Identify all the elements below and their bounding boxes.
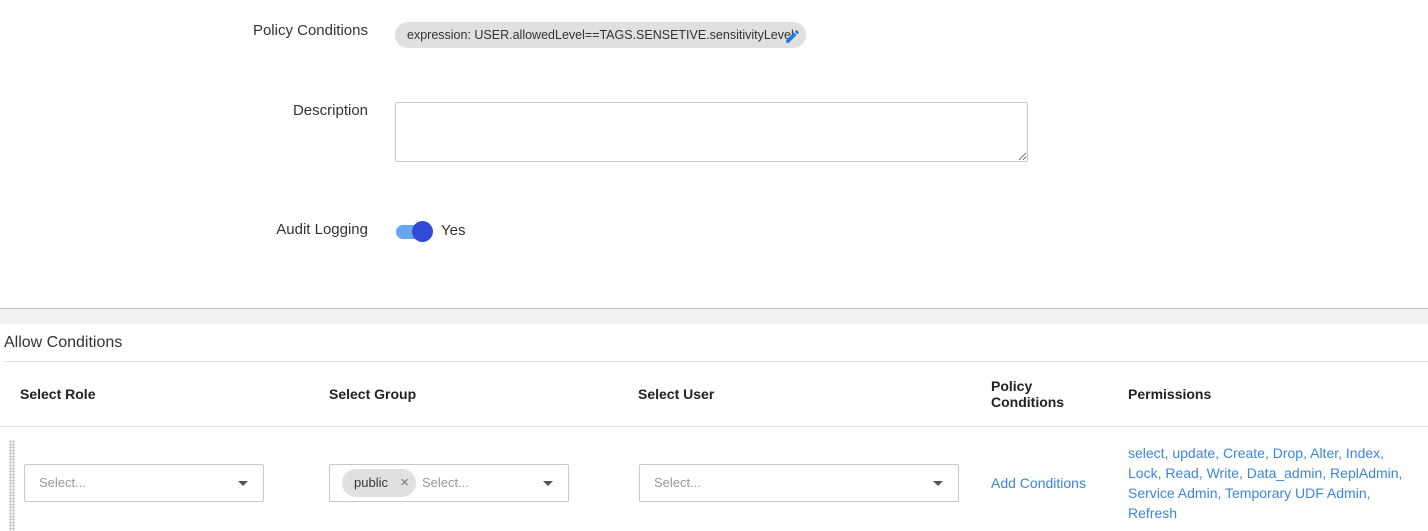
chevron-down-icon — [543, 481, 553, 486]
permissions-list[interactable]: select, update, Create, Drop, Alter, Ind… — [1128, 443, 1402, 523]
column-select-role: Select Role — [20, 386, 96, 402]
column-select-group: Select Group — [329, 386, 417, 402]
column-policy-conditions-line1: Policy — [991, 378, 1033, 394]
drag-handle[interactable] — [9, 440, 15, 531]
permissions-line[interactable]: Service Admin, Temporary UDF Admin, — [1128, 483, 1402, 503]
select-user-placeholder: Select... — [654, 475, 701, 490]
audit-logging-toggle[interactable] — [396, 221, 434, 243]
permissions-line[interactable]: Lock, Read, Write, Data_admin, ReplAdmin… — [1128, 463, 1402, 483]
description-label: Description — [292, 102, 368, 119]
select-role-dropdown[interactable]: Select... — [24, 464, 264, 502]
policy-expression-chip: expression: USER.allowedLevel==TAGS.SENS… — [395, 22, 806, 48]
chevron-down-icon — [238, 481, 248, 486]
column-select-user: Select User — [638, 386, 715, 402]
section-spacer — [0, 309, 1428, 324]
column-policy-conditions: Policy Conditions — [991, 378, 1064, 410]
table-header-rule — [0, 426, 1428, 427]
allow-conditions-title: Allow Conditions — [4, 334, 123, 351]
group-tag-public: public × — [342, 469, 416, 497]
select-role-placeholder: Select... — [39, 475, 86, 490]
permissions-line[interactable]: select, update, Create, Drop, Alter, Ind… — [1128, 443, 1402, 463]
toggle-knob — [412, 221, 433, 242]
add-conditions-link[interactable]: Add Conditions — [991, 475, 1086, 491]
select-user-dropdown[interactable]: Select... — [639, 464, 959, 502]
description-textarea[interactable] — [395, 102, 1028, 162]
chevron-down-icon — [933, 481, 943, 486]
audit-logging-label: Audit Logging — [276, 221, 368, 238]
close-icon[interactable]: × — [400, 469, 409, 497]
column-permissions: Permissions — [1128, 386, 1212, 402]
column-policy-conditions-line2: Conditions — [991, 394, 1065, 410]
allow-conditions-rule — [4, 361, 1428, 362]
pencil-icon[interactable] — [784, 28, 801, 45]
select-group-dropdown[interactable]: public × Select... — [329, 464, 569, 502]
group-tag-label: public — [354, 475, 388, 490]
permissions-line[interactable]: Refresh — [1128, 503, 1402, 523]
audit-logging-value: Yes — [441, 222, 466, 239]
policy-conditions-label: Policy Conditions — [252, 22, 368, 39]
select-group-placeholder: Select... — [422, 475, 469, 490]
